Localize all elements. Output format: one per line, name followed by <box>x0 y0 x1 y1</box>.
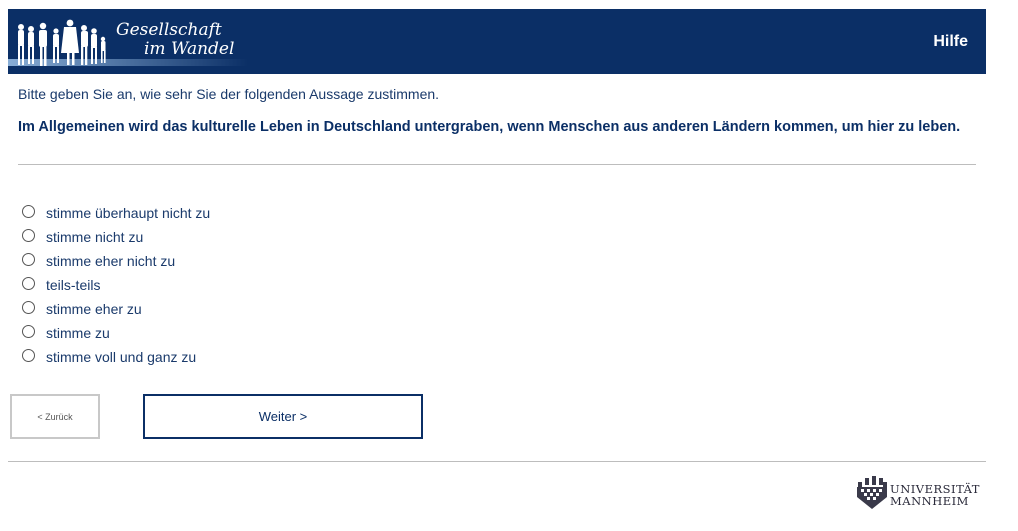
question-text: Im Allgemeinen wird das kulturelle Leben… <box>18 119 961 135</box>
answer-options: stimme überhaupt nicht zu stimme nicht z… <box>22 201 210 369</box>
radio-button[interactable] <box>22 228 35 242</box>
radio-button[interactable] <box>22 348 35 362</box>
university-mannheim-logo: UNIVERSITÄT MANNHEIM <box>855 476 987 512</box>
logo-title: Gesellschaft im Wandel <box>116 21 234 59</box>
castle-crest-icon <box>857 476 887 509</box>
divider <box>18 164 976 165</box>
answer-option-label[interactable]: stimme eher nicht zu <box>46 253 175 269</box>
answer-option-label[interactable]: stimme eher zu <box>46 301 142 317</box>
radio-button[interactable] <box>22 204 35 218</box>
answer-option-1[interactable]: stimme überhaupt nicht zu <box>22 201 210 225</box>
logo-title-line2: im Wandel <box>144 39 235 59</box>
answer-option-4[interactable]: teils-teils <box>22 273 210 297</box>
back-button[interactable]: < Zurück <box>10 394 100 439</box>
answer-option-7[interactable]: stimme voll und ganz zu <box>22 345 210 369</box>
answer-option-6[interactable]: stimme zu <box>22 321 210 345</box>
university-name-line2: MANNHEIM <box>890 494 969 508</box>
help-link[interactable]: Hilfe <box>933 33 968 51</box>
divider <box>8 461 986 462</box>
answer-option-2[interactable]: stimme nicht zu <box>22 225 210 249</box>
answer-option-label[interactable]: stimme nicht zu <box>46 229 143 245</box>
answer-option-3[interactable]: stimme eher nicht zu <box>22 249 210 273</box>
header-banner: Gesellschaft im Wandel Hilfe <box>8 9 986 74</box>
logo-title-line1: Gesellschaft <box>116 20 222 40</box>
next-button[interactable]: Weiter > <box>143 394 423 439</box>
radio-button[interactable] <box>22 252 35 266</box>
answer-option-label[interactable]: teils-teils <box>46 277 100 293</box>
answer-option-5[interactable]: stimme eher zu <box>22 297 210 321</box>
university-name: UNIVERSITÄT MANNHEIM <box>890 483 980 507</box>
answer-option-label[interactable]: stimme überhaupt nicht zu <box>46 205 210 221</box>
answer-option-label[interactable]: stimme zu <box>46 325 110 341</box>
radio-button[interactable] <box>22 300 35 314</box>
instruction-text: Bitte geben Sie an, wie sehr Sie der fol… <box>18 86 440 102</box>
radio-button[interactable] <box>22 276 35 290</box>
gesellschaft-im-wandel-logo: Gesellschaft im Wandel <box>8 9 248 74</box>
answer-option-label[interactable]: stimme voll und ganz zu <box>46 349 196 365</box>
radio-button[interactable] <box>22 324 35 338</box>
